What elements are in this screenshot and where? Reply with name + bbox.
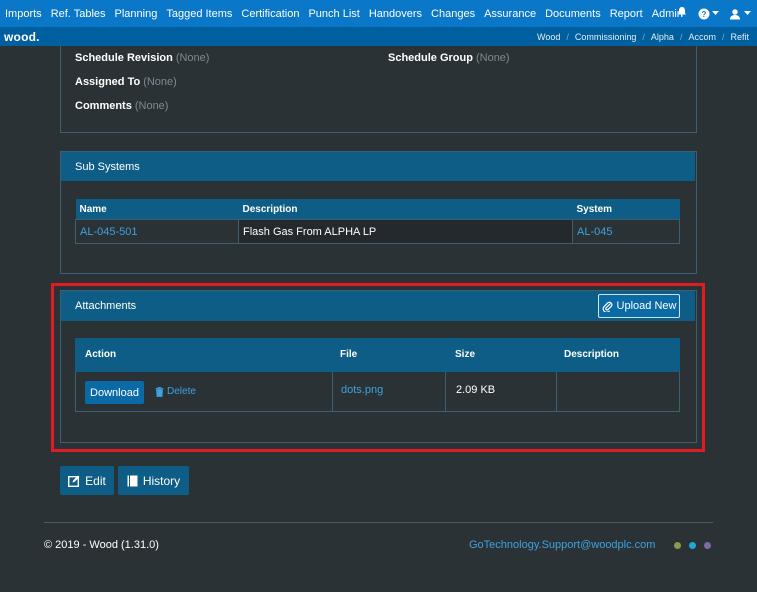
assigned-to-value: (None) bbox=[143, 76, 177, 88]
book-icon bbox=[127, 475, 138, 486]
help-icon[interactable]: ? bbox=[698, 8, 719, 20]
sub-bar: wood. Wood / Commissioning / Alpha / Acc… bbox=[0, 27, 757, 46]
support-email-link[interactable]: GoTechnology.Support@woodplc.com bbox=[469, 539, 655, 551]
column-header-name[interactable]: Name bbox=[75, 199, 239, 220]
breadcrumb: Wood / Commissioning / Alpha / Accom / R… bbox=[536, 31, 749, 42]
chevron-down-icon bbox=[744, 11, 751, 15]
footer-copyright: © 2019 - Wood (1.31.0) bbox=[44, 539, 159, 551]
wood-logo[interactable]: wood. bbox=[4, 30, 40, 44]
svg-text:?: ? bbox=[702, 10, 707, 19]
schedule-group-field: Schedule Group (None) bbox=[388, 52, 510, 64]
nav-punch-list[interactable]: Punch List bbox=[308, 8, 359, 20]
comments-value: (None) bbox=[134, 100, 169, 112]
schedule-group-label: Schedule Group bbox=[388, 52, 473, 64]
schedule-revision-field: Schedule Revision (None) bbox=[75, 52, 209, 64]
subsystem-system-link[interactable]: AL-045 bbox=[572, 219, 680, 244]
nav-certification[interactable]: Certification bbox=[241, 8, 299, 20]
bell-icon[interactable] bbox=[676, 6, 688, 21]
breadcrumb-alpha[interactable]: Alpha bbox=[651, 32, 674, 42]
comments-field: Comments (None) bbox=[75, 100, 168, 112]
nav-assurance[interactable]: Assurance bbox=[484, 8, 536, 20]
subsystems-table: Name Description System AL-045-501 Flash… bbox=[75, 199, 680, 244]
breadcrumb-refit: Refit bbox=[730, 31, 749, 42]
assigned-to-label: Assigned To bbox=[75, 76, 141, 88]
subsystems-title: Sub Systems bbox=[75, 160, 140, 173]
nav-documents[interactable]: Documents bbox=[545, 8, 601, 20]
column-header-system[interactable]: System bbox=[572, 199, 680, 220]
nav-ref-tables[interactable]: Ref. Tables bbox=[51, 8, 106, 20]
column-header-description[interactable]: Description bbox=[238, 199, 573, 220]
schedule-revision-value: (None) bbox=[175, 52, 210, 64]
subsystems-panel-header: Sub Systems bbox=[61, 152, 695, 181]
nav-imports[interactable]: Imports bbox=[5, 8, 42, 20]
user-icon[interactable] bbox=[729, 8, 751, 20]
footer-dot-cyan bbox=[689, 542, 696, 549]
footer-dot-olive bbox=[674, 542, 681, 549]
edit-label: Edit bbox=[85, 473, 106, 488]
history-button[interactable]: History bbox=[118, 466, 189, 495]
nav-handovers[interactable]: Handovers bbox=[369, 8, 422, 20]
schedule-group-value: (None) bbox=[475, 52, 510, 64]
subsystem-name-link[interactable]: AL-045-501 bbox=[75, 219, 239, 244]
history-label: History bbox=[142, 473, 181, 488]
main-menu: Imports Ref. Tables Planning Tagged Item… bbox=[0, 0, 692, 27]
footer-dot-purple bbox=[704, 542, 711, 549]
schedule-revision-label: Schedule Revision bbox=[75, 52, 173, 64]
breadcrumb-commissioning[interactable]: Commissioning bbox=[575, 32, 637, 42]
footer-divider bbox=[44, 522, 713, 523]
nav-tagged-items[interactable]: Tagged Items bbox=[166, 8, 232, 20]
nav-changes[interactable]: Changes bbox=[431, 8, 475, 20]
nav-report[interactable]: Report bbox=[610, 8, 643, 20]
top-navbar: Imports Ref. Tables Planning Tagged Item… bbox=[0, 0, 757, 27]
breadcrumb-accom[interactable]: Accom bbox=[688, 32, 716, 42]
assigned-to-field: Assigned To (None) bbox=[75, 76, 177, 88]
table-row: AL-045-501 Flash Gas From ALPHA LP AL-04… bbox=[75, 219, 680, 244]
chevron-down-icon bbox=[712, 11, 719, 15]
subsystem-description: Flash Gas From ALPHA LP bbox=[238, 219, 573, 244]
table-header-row: Name Description System bbox=[75, 199, 680, 220]
edit-button[interactable]: Edit bbox=[60, 466, 114, 495]
nav-right-tools: ? bbox=[676, 0, 751, 27]
attachments-highlight-box bbox=[51, 283, 705, 452]
edit-icon bbox=[68, 475, 80, 487]
breadcrumb-wood[interactable]: Wood bbox=[537, 32, 560, 42]
comments-label: Comments bbox=[75, 100, 132, 112]
nav-planning[interactable]: Planning bbox=[115, 8, 158, 20]
